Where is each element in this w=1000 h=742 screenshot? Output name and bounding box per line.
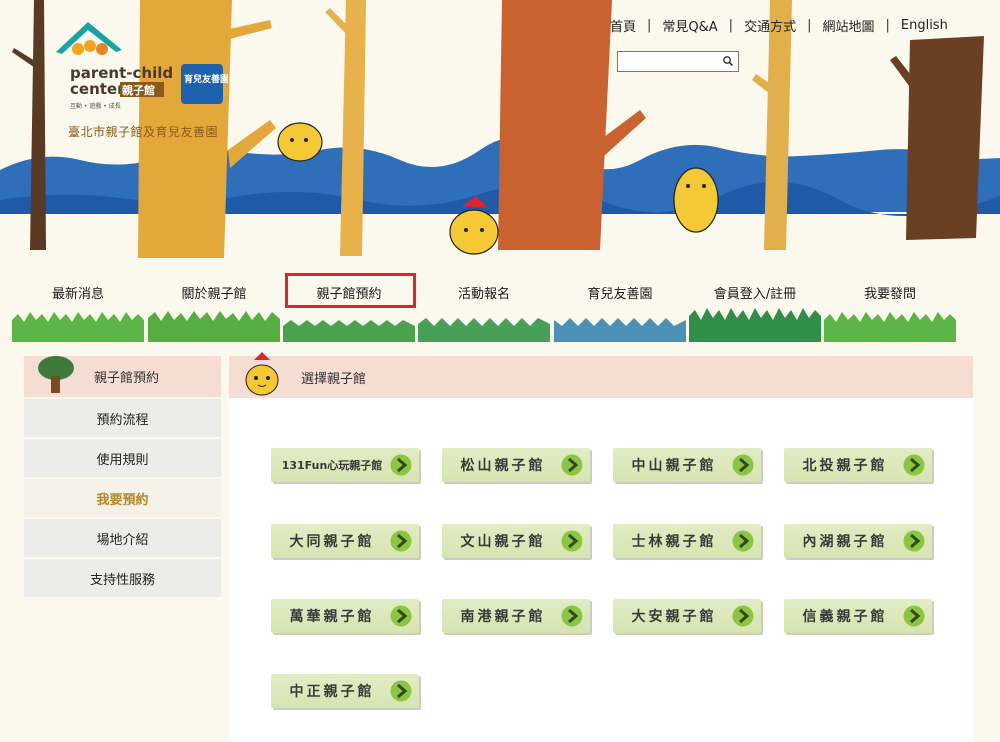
arrow-right-icon	[390, 530, 412, 552]
search-box	[617, 51, 739, 73]
arrow-right-icon	[903, 454, 925, 476]
arrow-right-icon	[732, 530, 754, 552]
svg-text:互動 • 遊戲 • 成長: 互動 • 遊戲 • 成長	[70, 102, 121, 110]
venue-label: 萬華親子館	[289, 609, 375, 625]
venue-label: 131Fun心玩親子館	[281, 459, 383, 472]
top-link-transport[interactable]: 交通方式	[744, 16, 796, 35]
sidebar-item-support-services[interactable]: 支持性服務	[24, 559, 221, 597]
venue-button-zhongshan[interactable]: 中山親子館	[613, 448, 763, 484]
grass-icon	[283, 320, 415, 342]
content-header: 選擇親子館	[229, 352, 973, 398]
top-link-english[interactable]: English	[901, 18, 948, 33]
nav-label: 關於親子館	[181, 287, 247, 302]
venue-label: 大安親子館	[631, 609, 717, 625]
arrow-right-icon	[390, 680, 412, 702]
top-link-faq[interactable]: 常見Q&A	[662, 16, 717, 35]
grass-icon	[554, 318, 686, 342]
venue-label: 北投親子館	[802, 458, 888, 474]
nav-item-events[interactable]: 活動報名	[418, 276, 550, 342]
venue-button-songshan[interactable]: 松山親子館	[442, 448, 592, 484]
venue-button-shilin[interactable]: 士林親子館	[613, 524, 763, 560]
parent-child-center-logo: parent-child center 親子館 互動 • 遊戲 • 成長 育兒友…	[56, 22, 229, 110]
link-separator: |	[647, 17, 652, 33]
nav-label: 活動報名	[457, 287, 510, 302]
arrow-right-icon	[903, 605, 925, 627]
arrow-right-icon	[561, 605, 583, 627]
arrow-right-icon	[561, 454, 583, 476]
nav-item-friendly-park[interactable]: 育兒友善園	[554, 276, 686, 342]
cat-icon	[245, 352, 279, 396]
sidebar-item-booking-process[interactable]: 預約流程	[24, 399, 221, 437]
top-link-sitemap[interactable]: 網站地圖	[822, 16, 874, 35]
svg-text:育兒友善園: 育兒友善園	[184, 73, 228, 85]
venue-button-zhongzheng[interactable]: 中正親子館	[271, 674, 421, 710]
site-subtitle: 臺北市親子館及育兒友善園	[68, 125, 219, 139]
venue-label: 士林親子館	[631, 534, 717, 550]
nav-label: 最新消息	[51, 287, 104, 302]
main-content: 選擇親子館 131Fun心玩親子館 松山親子館 中山親子館 北投親子館 大同親子…	[229, 352, 973, 742]
venue-button-datong[interactable]: 大同親子館	[271, 524, 421, 560]
venue-button-wanhua[interactable]: 萬華親子館	[271, 599, 421, 635]
sidebar-title: 親子館預約	[94, 371, 160, 386]
sidebar-item-usage-rules[interactable]: 使用規則	[24, 439, 221, 477]
arrow-right-icon	[732, 454, 754, 476]
nav-item-ask[interactable]: 我要發問	[824, 276, 956, 342]
svg-text:center: center	[70, 80, 125, 98]
venue-button-131fun[interactable]: 131Fun心玩親子館	[271, 448, 421, 484]
nav-item-about[interactable]: 關於親子館	[148, 276, 280, 342]
link-separator: |	[728, 17, 734, 33]
venue-button-neihu[interactable]: 內湖親子館	[784, 524, 934, 560]
venue-label: 信義親子館	[802, 609, 888, 625]
svg-text:親子館: 親子館	[122, 83, 155, 97]
venue-button-wenshan[interactable]: 文山親子館	[442, 524, 592, 560]
nav-label: 會員登入/註冊	[713, 287, 797, 302]
grass-icon	[824, 312, 956, 342]
site-logo[interactable]: parent-child center 親子館 互動 • 遊戲 • 成長 育兒友…	[48, 16, 229, 126]
nav-item-booking[interactable]: 親子館預約	[283, 276, 415, 342]
venue-label: 大同親子館	[289, 534, 375, 550]
link-separator: |	[807, 17, 812, 33]
search-icon[interactable]	[722, 55, 734, 67]
arrow-right-icon	[903, 530, 925, 552]
top-links: 首頁 | 常見Q&A | 交通方式 | 網站地圖 | English	[610, 15, 948, 35]
venue-button-xinyi[interactable]: 信義親子館	[784, 599, 934, 635]
otter-icon	[673, 167, 719, 233]
search-input[interactable]	[618, 54, 718, 73]
venue-label: 文山親子館	[460, 534, 546, 550]
venue-button-daan[interactable]: 大安親子館	[613, 599, 763, 635]
main-nav: 最新消息 關於親子館 親子館預約 活動報名 育兒友善園 會員登入/註冊 我要發問	[12, 273, 960, 342]
cat-face-icon	[277, 122, 323, 162]
grass-icon	[148, 311, 280, 342]
nav-label: 育兒友善園	[587, 287, 653, 302]
nav-item-news[interactable]: 最新消息	[12, 276, 144, 342]
arrow-right-icon	[732, 605, 754, 627]
venue-label: 內湖親子館	[802, 534, 888, 550]
sidebar-item-venue-intro[interactable]: 場地介紹	[24, 519, 221, 557]
venue-button-beitou[interactable]: 北投親子館	[784, 448, 934, 484]
top-link-home[interactable]: 首頁	[610, 16, 636, 35]
link-separator: |	[885, 17, 890, 33]
grass-icon	[689, 308, 821, 342]
venue-label: 南港親子館	[460, 609, 546, 625]
venue-label: 中山親子館	[631, 458, 717, 474]
venue-label: 中正親子館	[289, 684, 375, 700]
venue-label: 松山親子館	[460, 458, 546, 474]
arrow-right-icon	[390, 454, 412, 476]
arrow-right-icon	[390, 605, 412, 627]
venue-button-nangang[interactable]: 南港親子館	[442, 599, 592, 635]
content-title: 選擇親子館	[301, 371, 367, 387]
grass-icon	[12, 312, 144, 342]
tree-icon	[38, 356, 74, 393]
sidebar-header: 親子館預約	[24, 356, 221, 397]
sidebar: 親子館預約 預約流程 使用規則 我要預約 場地介紹 支持性服務	[24, 356, 221, 597]
grass-icon	[418, 318, 550, 342]
nav-item-member-login[interactable]: 會員登入/註冊	[689, 276, 821, 342]
sidebar-item-make-booking[interactable]: 我要預約	[24, 479, 221, 517]
nav-label: 我要發問	[863, 287, 916, 302]
arrow-right-icon	[561, 530, 583, 552]
nav-label: 親子館預約	[316, 287, 382, 302]
